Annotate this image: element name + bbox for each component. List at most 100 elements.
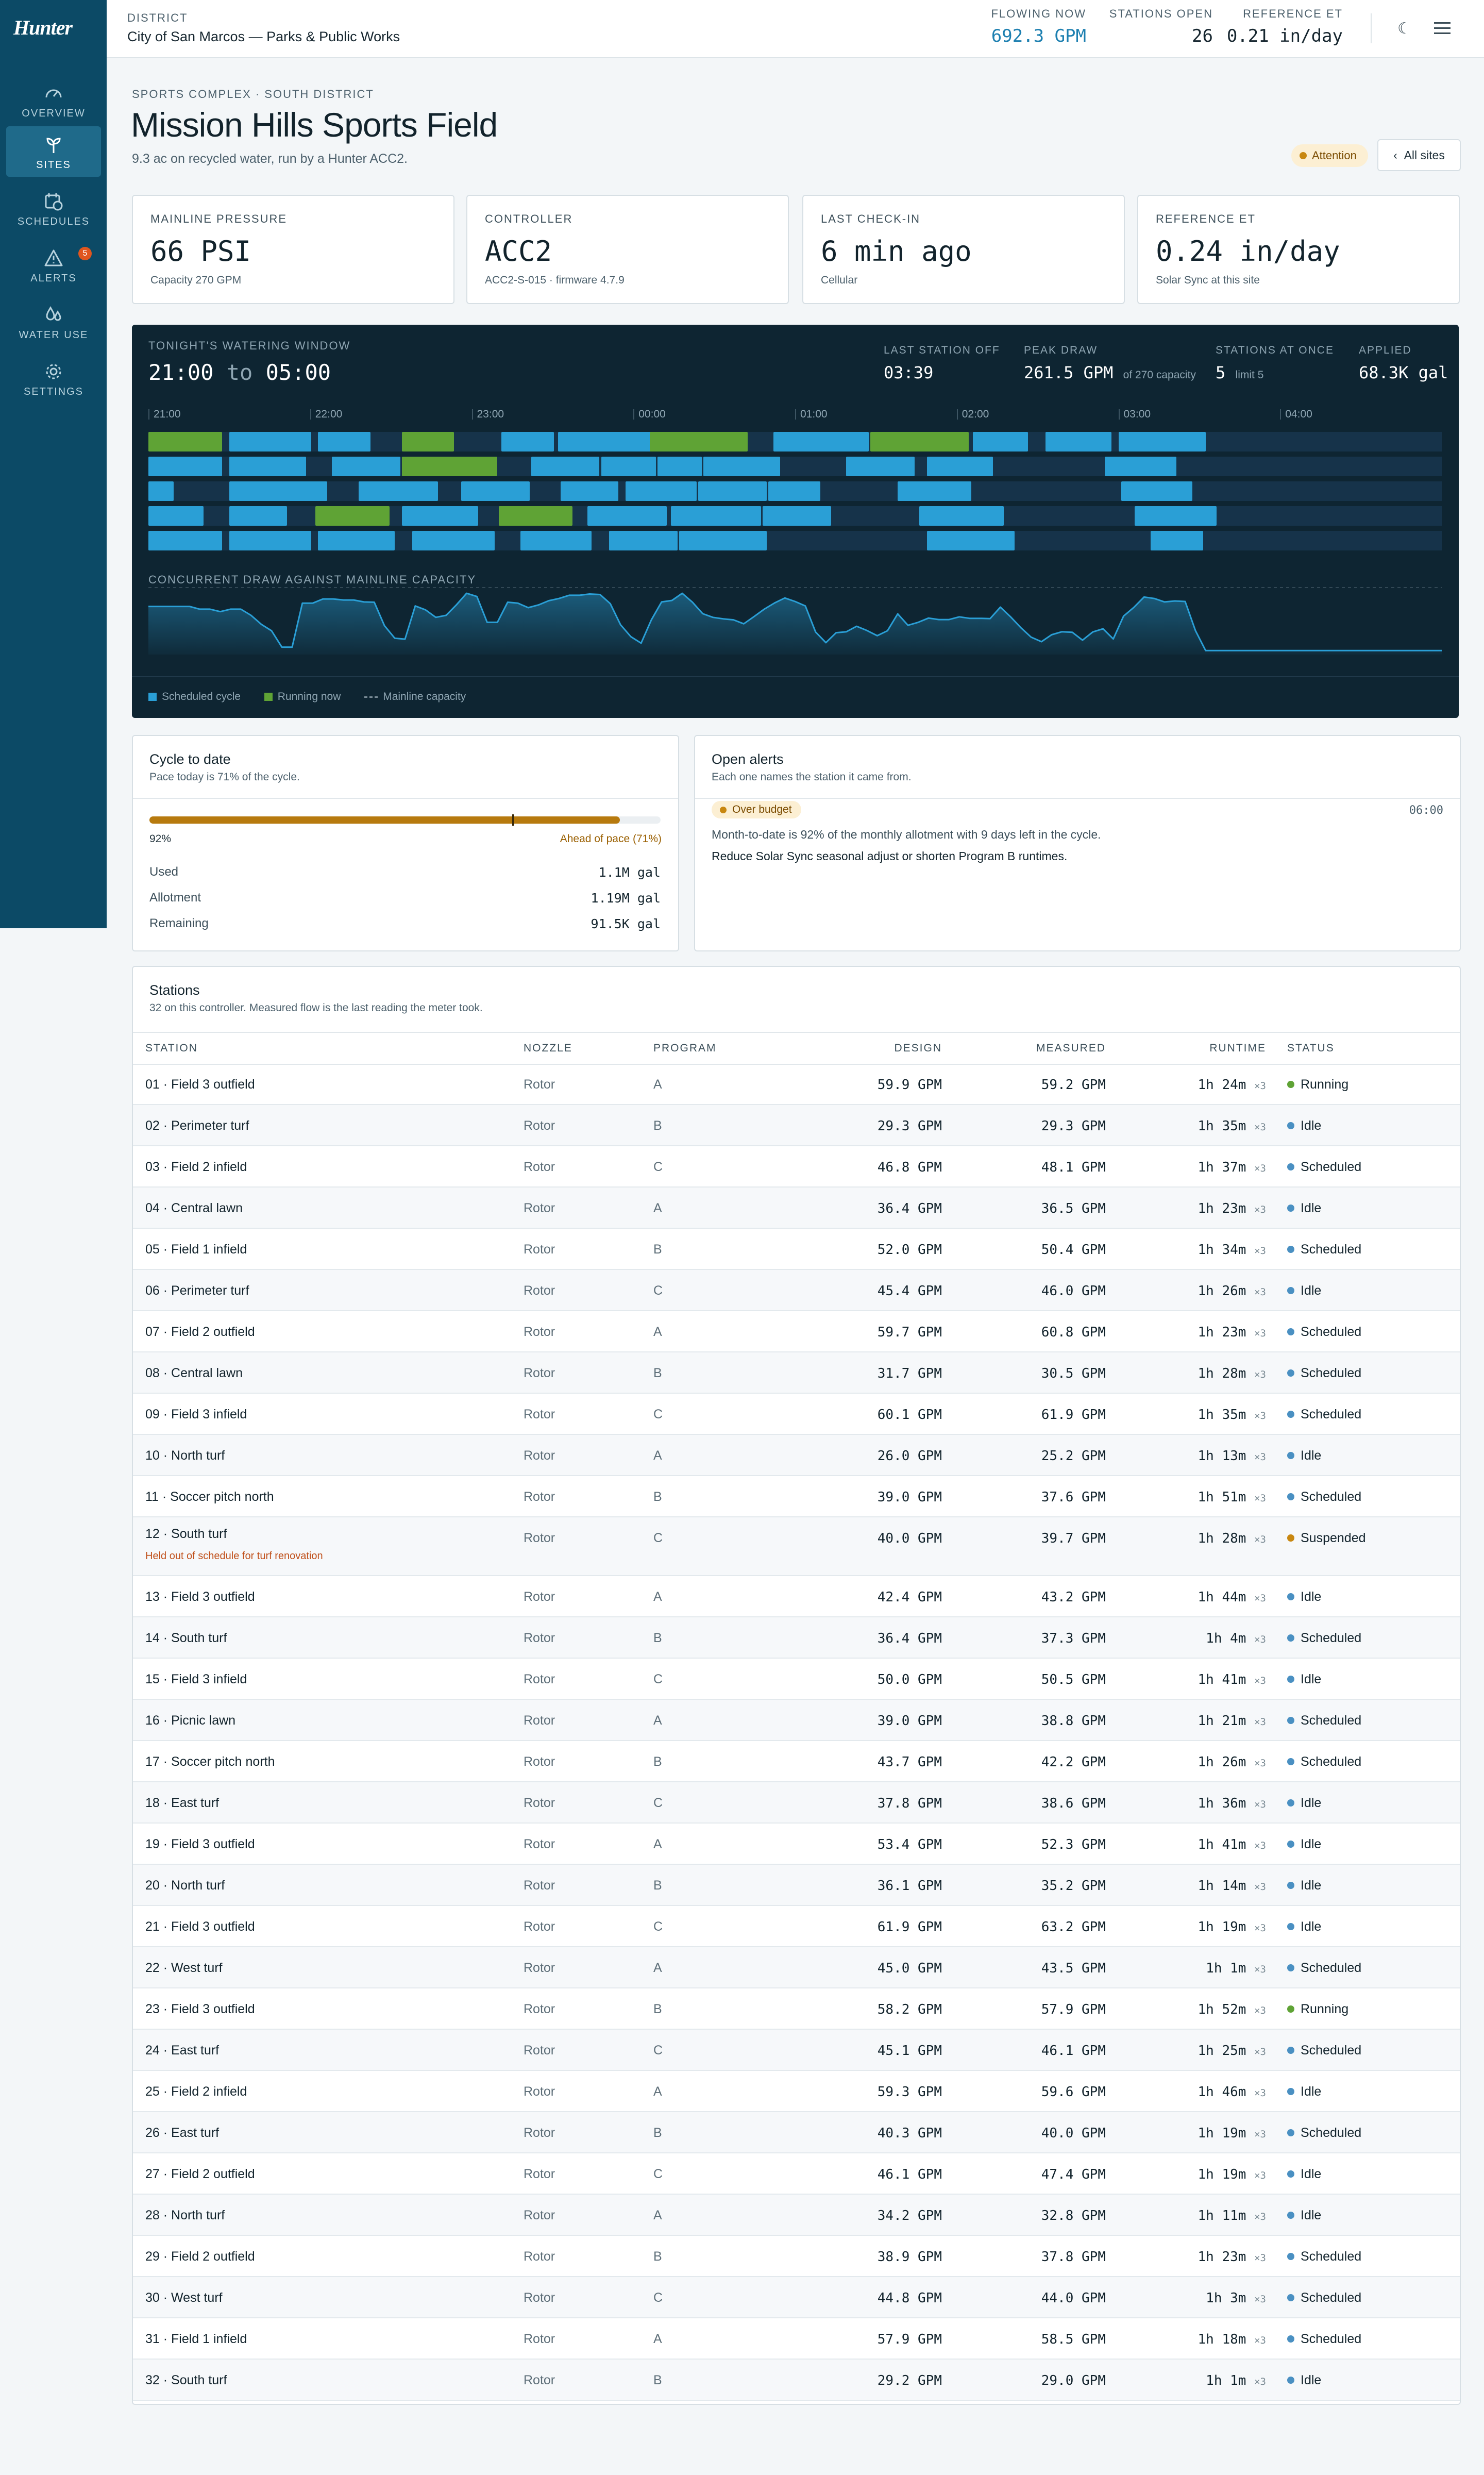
- table-row[interactable]: 28 · North turf Rotor A 34.2 GPM 32.8 GPM 1h …: [133, 2195, 1460, 2236]
- table-row[interactable]: 13 · Field 3 outfield Rotor A 42.4 GPM 43.2 …: [133, 1576, 1460, 1617]
- scheduled-cycle-block[interactable]: [927, 457, 993, 476]
- alert-action[interactable]: Reduce Solar Sync seasonal adjust or sho…: [712, 849, 1067, 863]
- scheduled-cycle-block[interactable]: [318, 432, 371, 451]
- running-cycle-block[interactable]: [870, 432, 969, 451]
- table-row[interactable]: 31 · Field 1 infield Rotor A 57.9 GPM 58.5 G…: [133, 2318, 1460, 2360]
- scheduled-cycle-block[interactable]: [1105, 457, 1176, 476]
- table-row[interactable]: 14 · South turf Rotor B 36.4 GPM 37.3 GPM 1h …: [133, 1617, 1460, 1659]
- scheduled-cycle-block[interactable]: [412, 531, 495, 550]
- scheduled-cycle-block[interactable]: [763, 506, 832, 526]
- column-header-design[interactable]: DESIGN: [894, 1042, 942, 1055]
- table-row[interactable]: 22 · West turf Rotor A 45.0 GPM 43.5 GPM 1h 1…: [133, 1947, 1460, 1988]
- table-row[interactable]: 10 · North turf Rotor A 26.0 GPM 25.2 GPM 1h …: [133, 1435, 1460, 1476]
- column-header-program[interactable]: PROGRAM: [653, 1042, 717, 1055]
- table-row[interactable]: 30 · West turf Rotor C 44.8 GPM 44.0 GPM 1h 3…: [133, 2277, 1460, 2318]
- table-row[interactable]: 26 · East turf Rotor B 40.3 GPM 40.0 GPM 1h 1…: [133, 2112, 1460, 2153]
- table-row[interactable]: 05 · Field 1 infield Rotor B 52.0 GPM 50.4 G…: [133, 1229, 1460, 1270]
- scheduled-cycle-block[interactable]: [768, 481, 821, 501]
- table-row[interactable]: 02 · Perimeter turf Rotor B 29.3 GPM 29.3 GP…: [133, 1105, 1460, 1146]
- table-row[interactable]: 07 · Field 2 outfield Rotor A 59.7 GPM 60.8 …: [133, 1311, 1460, 1352]
- breadcrumb[interactable]: SPORTS COMPLEX · SOUTH DISTRICT: [132, 88, 374, 101]
- table-row[interactable]: 19 · Field 3 outfield Rotor A 53.4 GPM 52.3 …: [133, 1824, 1460, 1865]
- scheduled-cycle-block[interactable]: [609, 531, 678, 550]
- sidebar-item-water-use[interactable]: WATER USE: [6, 296, 101, 347]
- table-row[interactable]: 25 · Field 2 infield Rotor A 59.3 GPM 59.6 G…: [133, 2071, 1460, 2112]
- scheduled-cycle-block[interactable]: [558, 432, 654, 451]
- table-row[interactable]: 27 · Field 2 outfield Rotor C 46.1 GPM 47.4 …: [133, 2153, 1460, 2195]
- scheduled-cycle-block[interactable]: [229, 531, 311, 550]
- scheduled-cycle-block[interactable]: [148, 506, 204, 526]
- scheduled-cycle-block[interactable]: [148, 531, 223, 550]
- table-row[interactable]: 32 · South turf Rotor B 29.2 GPM 29.0 GPM 1h …: [133, 2360, 1460, 2401]
- scheduled-cycle-block[interactable]: [698, 481, 767, 501]
- table-row[interactable]: 16 · Picnic lawn Rotor A 39.0 GPM 38.8 GPM 1h…: [133, 1700, 1460, 1741]
- scheduled-cycle-block[interactable]: [401, 506, 479, 526]
- scheduled-cycle-block[interactable]: [973, 432, 1028, 451]
- scheduled-cycle-block[interactable]: [1118, 432, 1206, 451]
- scheduled-cycle-block[interactable]: [229, 481, 328, 501]
- table-row[interactable]: 20 · North turf Rotor B 36.1 GPM 35.2 GPM 1h …: [133, 1865, 1460, 1906]
- running-cycle-block[interactable]: [401, 432, 454, 451]
- menu-icon[interactable]: [1434, 19, 1451, 38]
- running-cycle-block[interactable]: [498, 506, 573, 526]
- scheduled-cycle-block[interactable]: [625, 481, 697, 501]
- scheduled-cycle-block[interactable]: [531, 457, 600, 476]
- alert-message[interactable]: Month-to-date is 92% of the monthly allo…: [712, 828, 1101, 842]
- scheduled-cycle-block[interactable]: [1134, 506, 1217, 526]
- scheduled-cycle-block[interactable]: [846, 457, 915, 476]
- table-row[interactable]: 17 · Soccer pitch north Rotor B 43.7 GPM 42.…: [133, 1741, 1460, 1782]
- hunter-logo[interactable]: Hunter: [13, 15, 73, 40]
- district-selector[interactable]: DISTRICT City of San Marcos — Parks & Pu…: [127, 11, 400, 45]
- scheduled-cycle-block[interactable]: [657, 457, 702, 476]
- scheduled-cycle-block[interactable]: [919, 506, 1004, 526]
- scheduled-cycle-block[interactable]: [331, 457, 400, 476]
- scheduled-cycle-block[interactable]: [229, 506, 287, 526]
- running-cycle-block[interactable]: [649, 432, 748, 451]
- logo-area[interactable]: Hunter: [0, 0, 107, 57]
- scheduled-cycle-block[interactable]: [1151, 531, 1203, 550]
- scheduled-cycle-block[interactable]: [358, 481, 438, 501]
- scheduled-cycle-block[interactable]: [561, 481, 619, 501]
- all-sites-button[interactable]: ‹ All sites: [1377, 139, 1461, 171]
- scheduled-cycle-block[interactable]: [229, 432, 311, 451]
- sidebar-item-settings[interactable]: SETTINGS: [6, 353, 101, 404]
- scheduled-cycle-block[interactable]: [927, 531, 1015, 550]
- scheduled-cycle-block[interactable]: [601, 457, 656, 476]
- scheduled-cycle-block[interactable]: [587, 506, 667, 526]
- table-row[interactable]: 06 · Perimeter turf Rotor C 45.4 GPM 46.0 GP…: [133, 1270, 1460, 1311]
- scheduled-cycle-block[interactable]: [461, 481, 530, 501]
- scheduled-cycle-block[interactable]: [897, 481, 972, 501]
- column-header-runtime[interactable]: RUNTIME: [1209, 1042, 1266, 1055]
- scheduled-cycle-block[interactable]: [671, 506, 762, 526]
- scheduled-cycle-block[interactable]: [703, 457, 780, 476]
- table-row[interactable]: 12 · South turf Held out of schedule for …: [133, 1517, 1460, 1576]
- table-row[interactable]: 09 · Field 3 infield Rotor C 60.1 GPM 61.9 G…: [133, 1394, 1460, 1435]
- table-row[interactable]: 15 · Field 3 infield Rotor C 50.0 GPM 50.5 G…: [133, 1659, 1460, 1700]
- scheduled-cycle-block[interactable]: [679, 531, 767, 550]
- scheduled-cycle-block[interactable]: [318, 531, 395, 550]
- running-cycle-block[interactable]: [148, 432, 223, 451]
- sidebar-item-alerts[interactable]: 5 ALERTS: [6, 240, 101, 290]
- scheduled-cycle-block[interactable]: [520, 531, 592, 550]
- table-row[interactable]: 03 · Field 2 infield Rotor C 46.8 GPM 48.1 G…: [133, 1146, 1460, 1188]
- scheduled-cycle-block[interactable]: [1045, 432, 1112, 451]
- column-header-station[interactable]: STATION: [145, 1042, 198, 1055]
- column-header-measured[interactable]: MEASURED: [1036, 1042, 1106, 1055]
- table-row[interactable]: 04 · Central lawn Rotor A 36.4 GPM 36.5 GPM 1…: [133, 1188, 1460, 1229]
- scheduled-cycle-block[interactable]: [501, 432, 554, 451]
- running-cycle-block[interactable]: [315, 506, 390, 526]
- table-row[interactable]: 21 · Field 3 outfield Rotor C 61.9 GPM 63.2 …: [133, 1906, 1460, 1947]
- scheduled-cycle-block[interactable]: [148, 457, 223, 476]
- table-row[interactable]: 29 · Field 2 outfield Rotor B 38.9 GPM 37.8 …: [133, 2236, 1460, 2277]
- column-header-status[interactable]: STATUS: [1287, 1042, 1335, 1055]
- table-row[interactable]: 23 · Field 3 outfield Rotor B 58.2 GPM 57.9 …: [133, 1988, 1460, 2030]
- table-row[interactable]: 08 · Central lawn Rotor B 31.7 GPM 30.5 GPM 1…: [133, 1352, 1460, 1394]
- table-row[interactable]: 01 · Field 3 outfield Rotor A 59.9 GPM 59.2 …: [133, 1064, 1460, 1105]
- table-row[interactable]: 11 · Soccer pitch north Rotor B 39.0 GPM 37.…: [133, 1476, 1460, 1517]
- scheduled-cycle-block[interactable]: [773, 432, 869, 451]
- sidebar-item-overview[interactable]: OVERVIEW: [6, 75, 101, 125]
- moon-icon[interactable]: ☾: [1397, 20, 1411, 38]
- table-row[interactable]: 18 · East turf Rotor C 37.8 GPM 38.6 GPM 1h 3…: [133, 1782, 1460, 1824]
- scheduled-cycle-block[interactable]: [1121, 481, 1192, 501]
- running-cycle-block[interactable]: [401, 457, 497, 476]
